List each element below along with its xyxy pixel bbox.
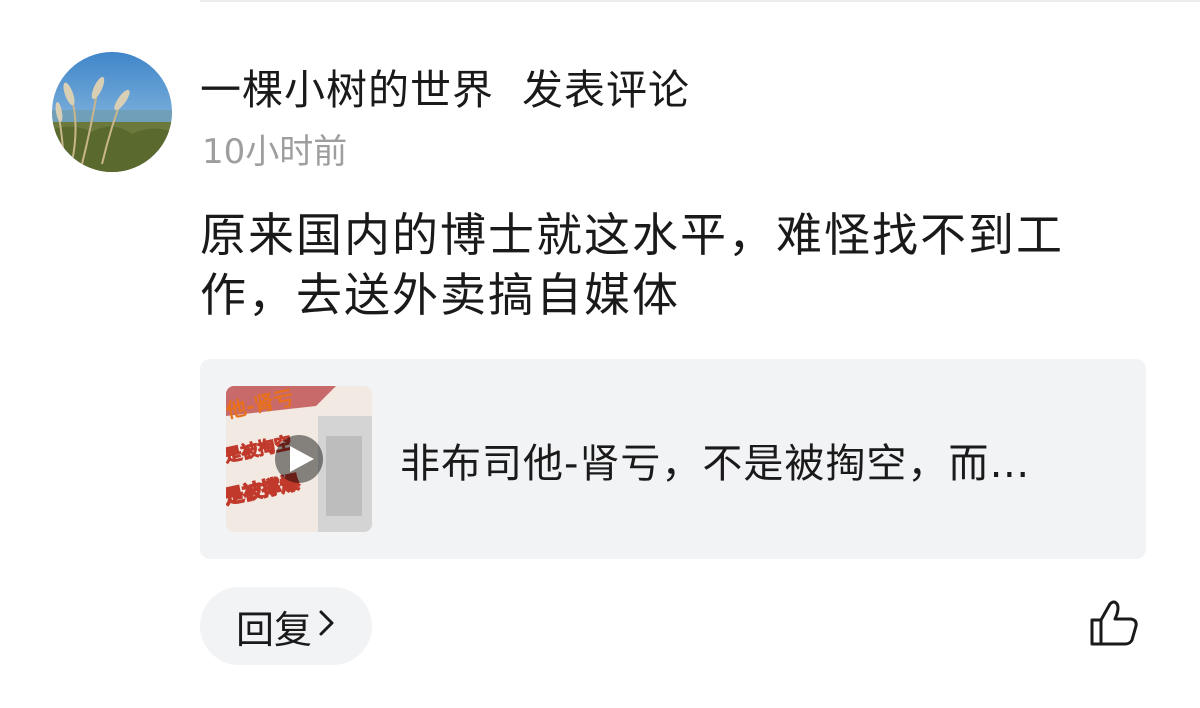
link-card-title: 非布司他-肾亏，不是被掏空，而… [400, 441, 1031, 487]
play-icon[interactable] [275, 435, 323, 483]
thumbnail-image: 他-肾亏 是被掏空 是被撑爆 [226, 386, 372, 532]
timestamp: 10小时前 [202, 132, 348, 172]
thumbs-up-icon[interactable] [1088, 598, 1140, 648]
avatar[interactable] [52, 52, 172, 172]
reply-label: 回复 [235, 607, 312, 652]
comment-header: 一棵小树的世界 发表评论 [200, 58, 690, 114]
top-divider [200, 0, 1200, 2]
username[interactable]: 一棵小树的世界 [200, 56, 494, 116]
chevron-right-icon [318, 606, 336, 646]
comment-text: 原来国内的博士就这水平，难怪找不到工作，去送外卖搞自媒体 [200, 208, 1064, 322]
comment-action-label: 发表评论 [522, 66, 690, 114]
reply-button[interactable]: 回复 [200, 587, 372, 665]
link-card[interactable]: 他-肾亏 是被掏空 是被撑爆 非布司他-肾亏，不是被掏空，而… [200, 359, 1146, 559]
video-thumbnail[interactable]: 他-肾亏 是被掏空 是被撑爆 [226, 386, 372, 532]
avatar-image [52, 52, 172, 172]
